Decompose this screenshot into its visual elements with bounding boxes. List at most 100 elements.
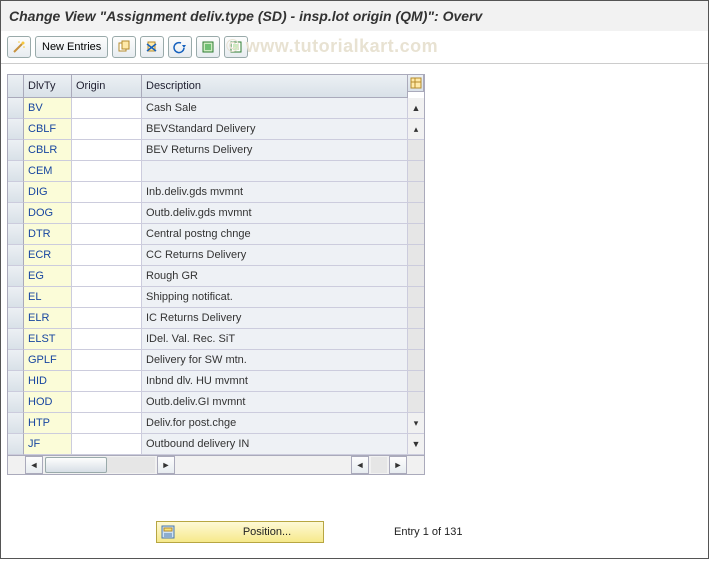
v-scroll-track[interactable] <box>408 245 424 266</box>
cell-origin[interactable] <box>72 266 142 287</box>
col-header-desc[interactable]: Description <box>142 75 408 98</box>
col-header-dlvty[interactable]: DlvTy <box>24 75 72 98</box>
cell-origin[interactable] <box>72 203 142 224</box>
cell-dlvty[interactable]: HTP <box>24 413 72 434</box>
cell-dlvty[interactable]: JF <box>24 434 72 455</box>
row-marker[interactable] <box>8 245 24 266</box>
cell-dlvty[interactable]: CBLF <box>24 119 72 140</box>
row-marker[interactable] <box>8 182 24 203</box>
cell-origin[interactable] <box>72 161 142 182</box>
v-scroll-track[interactable] <box>408 266 424 287</box>
v-scroll-up-button[interactable]: ▲ <box>408 98 424 119</box>
cell-origin[interactable] <box>72 182 142 203</box>
cell-origin[interactable] <box>72 413 142 434</box>
h-scroll-track-right[interactable] <box>371 457 387 473</box>
deselect-all-button[interactable] <box>224 36 248 58</box>
cell-dlvty[interactable]: BV <box>24 98 72 119</box>
v-scroll-down-button[interactable]: ▼ <box>408 434 424 455</box>
h-scroll-track-left[interactable] <box>45 457 155 473</box>
v-scroll-track[interactable] <box>408 392 424 413</box>
v-scroll-track[interactable] <box>408 182 424 203</box>
select-all-button[interactable] <box>196 36 220 58</box>
row-marker[interactable] <box>8 203 24 224</box>
v-scroll-down-step-button[interactable]: ▾ <box>408 413 424 434</box>
row-marker[interactable] <box>8 161 24 182</box>
row-marker[interactable] <box>8 266 24 287</box>
new-entries-button[interactable]: New Entries <box>35 36 108 58</box>
cell-origin[interactable] <box>72 329 142 350</box>
cell-origin[interactable] <box>72 371 142 392</box>
cell-dlvty[interactable]: ELST <box>24 329 72 350</box>
cell-origin[interactable] <box>72 287 142 308</box>
copy-as-button[interactable] <box>112 36 136 58</box>
cell-origin[interactable] <box>72 140 142 161</box>
row-marker[interactable] <box>8 140 24 161</box>
select-all-icon <box>201 40 215 54</box>
cell-origin[interactable] <box>72 392 142 413</box>
undo-button[interactable] <box>168 36 192 58</box>
h-scroll-left-button[interactable]: ◄ <box>25 456 43 474</box>
cell-description: Central postng chnge <box>142 224 408 245</box>
cell-origin[interactable] <box>72 119 142 140</box>
cell-dlvty[interactable]: EG <box>24 266 72 287</box>
cell-dlvty[interactable]: ELR <box>24 308 72 329</box>
v-scroll-track[interactable] <box>408 224 424 245</box>
row-marker[interactable] <box>8 413 24 434</box>
row-marker[interactable] <box>8 350 24 371</box>
h-scroll-thumb-left[interactable] <box>45 457 107 473</box>
cell-dlvty[interactable]: ECR <box>24 245 72 266</box>
row-marker[interactable] <box>8 308 24 329</box>
cell-dlvty[interactable]: HOD <box>24 392 72 413</box>
cell-description: Outb.deliv.gds mvmnt <box>142 203 408 224</box>
cell-description: Delivery for SW mtn. <box>142 350 408 371</box>
cell-origin[interactable] <box>72 434 142 455</box>
table-config-button[interactable] <box>408 75 424 92</box>
table-settings-icon <box>410 77 422 89</box>
row-marker[interactable] <box>8 392 24 413</box>
cell-description: Rough GR <box>142 266 408 287</box>
row-marker-header[interactable] <box>8 75 24 98</box>
title-band: Change View "Assignment deliv.type (SD) … <box>1 1 708 31</box>
cell-origin[interactable] <box>72 245 142 266</box>
v-scroll-track[interactable] <box>408 161 424 182</box>
cell-origin[interactable] <box>72 224 142 245</box>
row-marker[interactable] <box>8 119 24 140</box>
row-marker[interactable] <box>8 287 24 308</box>
cell-dlvty[interactable]: CBLR <box>24 140 72 161</box>
delete-button[interactable] <box>140 36 164 58</box>
row-marker[interactable] <box>8 224 24 245</box>
h-scrollbar[interactable]: ◄ ► ◄ ► <box>8 455 424 474</box>
h-scroll-left-button-2[interactable]: ◄ <box>351 456 369 474</box>
cell-origin[interactable] <box>72 350 142 371</box>
h-scroll-right-button-2[interactable]: ► <box>389 456 407 474</box>
v-scroll-track[interactable] <box>408 329 424 350</box>
col-header-origin[interactable]: Origin <box>72 75 142 98</box>
cell-dlvty[interactable]: DIG <box>24 182 72 203</box>
cell-dlvty[interactable]: HID <box>24 371 72 392</box>
row-marker[interactable] <box>8 371 24 392</box>
other-view-button[interactable] <box>7 36 31 58</box>
v-scroll-up-step-button[interactable]: ▴ <box>408 119 424 140</box>
cell-dlvty[interactable]: GPLF <box>24 350 72 371</box>
cell-dlvty[interactable]: CEM <box>24 161 72 182</box>
v-scroll-track[interactable] <box>408 140 424 161</box>
row-marker[interactable] <box>8 329 24 350</box>
content-area: DlvTy Origin Description BVCash Sale▲CBL… <box>1 64 708 475</box>
v-scroll-track[interactable] <box>408 308 424 329</box>
cell-description <box>142 161 408 182</box>
v-scroll-track[interactable] <box>408 350 424 371</box>
cell-dlvty[interactable]: DOG <box>24 203 72 224</box>
cell-description: Inbnd dlv. HU mvmnt <box>142 371 408 392</box>
v-scroll-track[interactable] <box>408 287 424 308</box>
h-scroll-right-button[interactable]: ► <box>157 456 175 474</box>
wand-icon <box>12 40 26 54</box>
v-scroll-track[interactable] <box>408 203 424 224</box>
cell-origin[interactable] <box>72 98 142 119</box>
position-button[interactable]: Position... <box>156 521 324 543</box>
cell-dlvty[interactable]: EL <box>24 287 72 308</box>
cell-origin[interactable] <box>72 308 142 329</box>
row-marker[interactable] <box>8 434 24 455</box>
row-marker[interactable] <box>8 98 24 119</box>
cell-dlvty[interactable]: DTR <box>24 224 72 245</box>
v-scroll-track[interactable] <box>408 371 424 392</box>
